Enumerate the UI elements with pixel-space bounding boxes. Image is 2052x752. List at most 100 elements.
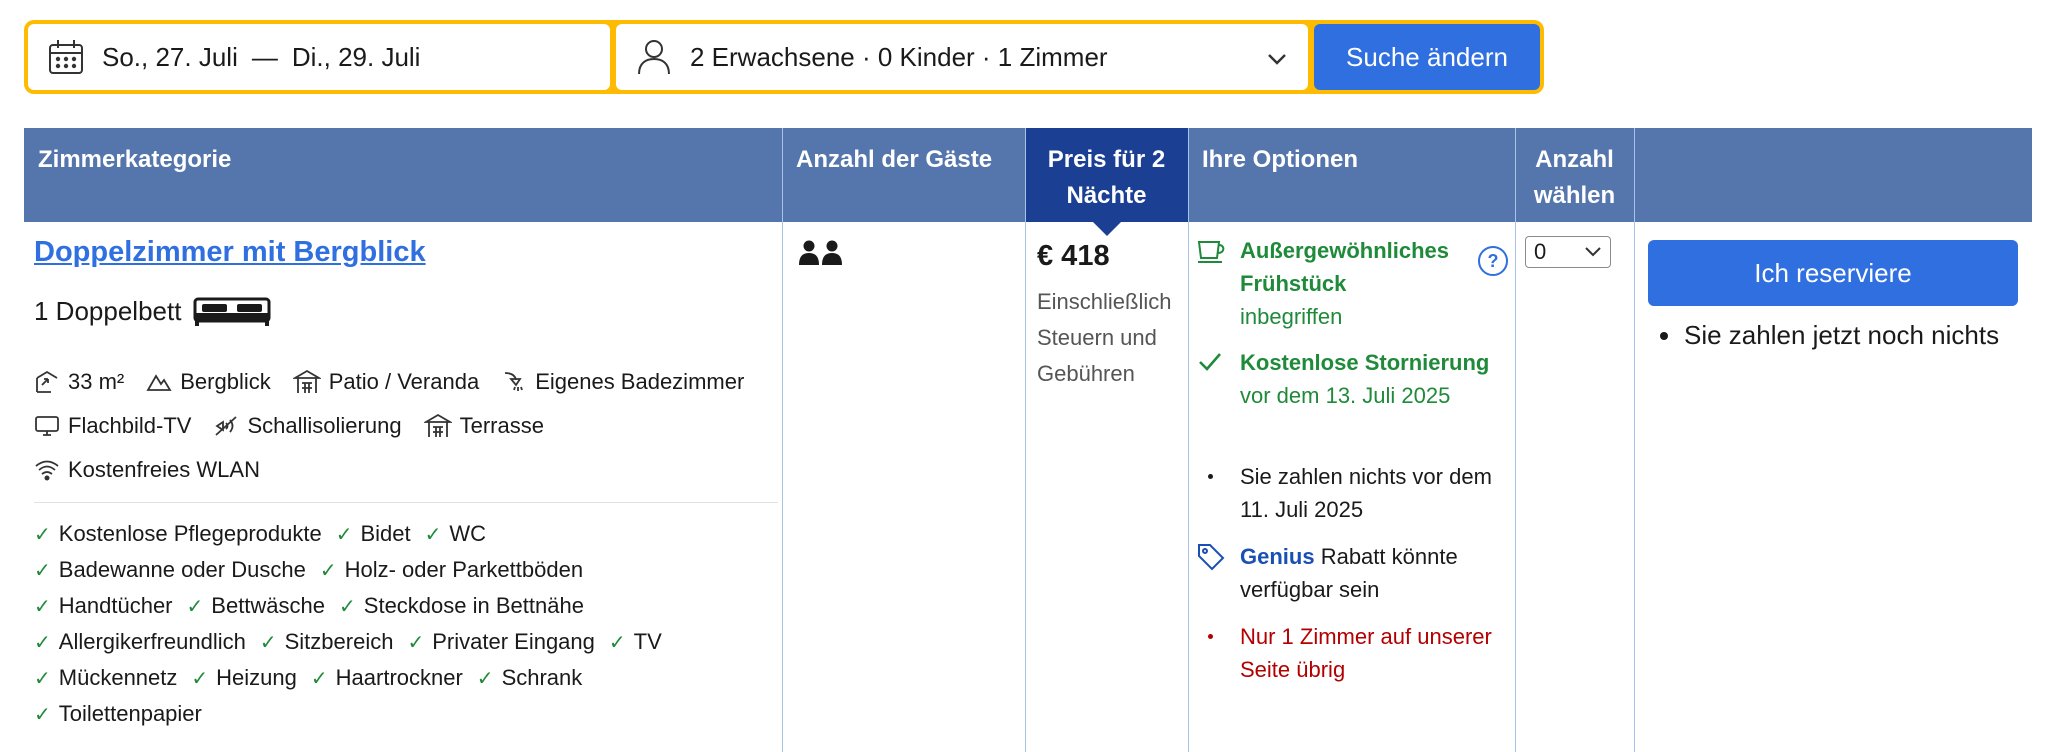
quantity-cell: 0 — [1515, 222, 1634, 752]
header-quantity: Anzahl wählen — [1515, 128, 1634, 222]
checkmark-icon: ✓ — [34, 559, 51, 582]
checkmark-icon: ✓ — [319, 559, 337, 582]
amenity-row: ✓ Toilettenpapier — [34, 696, 794, 732]
amenity-item: ✓ Badewanne oder Dusche — [34, 557, 306, 582]
amenity-item: ✓ Heizung — [191, 665, 297, 690]
amenity-row: ✓ Handtücher ✓ Bettwäsche ✓ Steckdose in Be… — [34, 588, 794, 624]
amenity-item: ✓ Bettwäsche — [186, 593, 326, 618]
tv-icon — [35, 416, 59, 436]
facility-tv: Flachbild-TV — [34, 413, 191, 439]
amenity-item: ✓ Haartrockner — [310, 665, 463, 690]
mountain-icon — [146, 374, 172, 391]
calendar-icon — [46, 37, 86, 77]
search-bar: So., 27. Juli — Di., 29. Juli 2 Erwachse… — [24, 20, 1544, 94]
checkmark-icon: ✓ — [424, 523, 442, 546]
pay-later-option: Sie zahlen nichts vor dem 11. Juli 2025 — [1196, 460, 1506, 530]
amenity-item: ✓ Privater Eingang — [407, 629, 595, 654]
header-quantity-line2: wählen — [1533, 182, 1616, 209]
date-range-field[interactable]: So., 27. Juli — Di., 29. Juli — [28, 24, 610, 90]
room-size-icon — [36, 370, 58, 393]
facility-soundproof: Schallisolierung — [213, 413, 402, 439]
double-bed-icon — [193, 297, 271, 326]
price-tax-note: Einschließlich Steuern und Gebühren — [1037, 289, 1172, 386]
amenity-item: ✓ Steckdose in Bettnähe — [339, 593, 584, 618]
header-price-line2: Nächte — [1066, 182, 1147, 209]
breakfast-option: Außergewöhnliches Frühstück inbegriffen … — [1196, 234, 1508, 334]
guests-cell — [782, 222, 1025, 752]
amenity-item: ✓ Allergikerfreundlich — [34, 629, 246, 654]
checkmark-icon: ✓ — [310, 667, 328, 690]
check-out-date: Di., 29. Juli — [291, 41, 421, 72]
checkmark-icon: ✓ — [339, 595, 356, 618]
room-quantity-select[interactable]: 0 — [1525, 236, 1611, 268]
room-amenities: ✓ Kostenlose Pflegeprodukte ✓ Bidet ✓ WC ✓ B… — [34, 516, 794, 732]
bullet — [1208, 474, 1213, 479]
checkmark-icon: ✓ — [259, 631, 277, 654]
amenity-item: ✓ WC — [424, 521, 487, 546]
bed-info: 1 Doppelbett — [34, 296, 271, 327]
checkmark-icon: ✓ — [186, 595, 204, 618]
checkmark-icon — [1196, 348, 1232, 385]
date-separator: — — [251, 41, 278, 72]
soundproof-icon — [215, 416, 238, 436]
genius-logo: Genius — [1240, 544, 1315, 569]
header-quantity-line1: Anzahl — [1535, 146, 1614, 173]
reserve-cell: Ich reserviere Sie zahlen jetzt noch nic… — [1634, 222, 2032, 752]
checkmark-icon: ✓ — [335, 523, 353, 546]
shower-icon — [505, 372, 524, 391]
amenity-item: ✓ TV — [608, 629, 662, 654]
checkmark-icon: ✓ — [34, 631, 51, 654]
chevron-down-icon — [1585, 247, 1601, 257]
reserve-note: Sie zahlen jetzt noch nichts — [1648, 320, 1999, 351]
bed-label: 1 Doppelbett — [34, 296, 182, 326]
table-header: Zimmerkategorie Anzahl der Gäste Preis f… — [24, 128, 2032, 236]
facility-bathroom: Eigenes Badezimmer — [501, 369, 744, 395]
checkmark-icon: ✓ — [407, 631, 425, 654]
guests-summary: 2 Erwachsene · 0 Kinder · 1 Zimmer — [690, 41, 1108, 72]
checkmark-icon: ✓ — [34, 667, 51, 690]
header-price-line1: Preis für 2 — [1047, 146, 1166, 173]
header-options: Ihre Optionen — [1202, 146, 1358, 173]
person-icon — [634, 37, 674, 77]
cancellation-deadline: vor dem 13. Juli 2025 — [1240, 383, 1451, 408]
facility-patio: Patio / Veranda — [292, 369, 479, 395]
facility-view: Bergblick — [146, 369, 271, 395]
terrace-icon — [423, 413, 452, 437]
genius-option: Genius Rabatt könnte verfügbar sein — [1196, 540, 1506, 610]
coffee-cup-icon — [1196, 236, 1232, 273]
patio-icon — [292, 369, 321, 393]
cancellation-title: Kostenlose Stornierung — [1240, 350, 1490, 375]
help-icon[interactable]: ? — [1478, 246, 1508, 276]
chevron-down-icon — [1266, 46, 1288, 68]
breakfast-title: Außergewöhnliches Frühstück — [1240, 238, 1450, 296]
pay-later-text: Sie zahlen nichts vor dem 11. Juli 2025 — [1240, 464, 1492, 522]
price-cell: € 418 Einschließlich Steuern und Gebühre… — [1025, 222, 1188, 752]
amenity-item: ✓ Holz- oder Parkettböden — [319, 557, 584, 582]
quantity-value: 0 — [1534, 239, 1547, 264]
bullet — [1660, 331, 1668, 340]
facility-terrace: Terrasse — [423, 413, 544, 439]
amenity-item: ✓ Toilettenpapier — [34, 701, 202, 726]
checkmark-icon: ✓ — [34, 523, 51, 546]
amenity-row: ✓ Allergikerfreundlich ✓ Sitzbereich ✓ Priv… — [34, 624, 794, 660]
room-cell: Doppelzimmer mit Bergblick 1 Doppelbett … — [24, 222, 782, 752]
guests-selector[interactable]: 2 Erwachsene · 0 Kinder · 1 Zimmer — [616, 24, 1308, 90]
wifi-icon — [35, 460, 59, 481]
amenity-item: ✓ Sitzbereich — [259, 629, 394, 654]
reserve-note-text: Sie zahlen jetzt noch nichts — [1684, 320, 2000, 350]
amenity-row: ✓ Kostenlose Pflegeprodukte ✓ Bidet ✓ WC — [34, 516, 794, 552]
checkmark-icon: ✓ — [476, 667, 494, 690]
header-guests: Anzahl der Gäste — [796, 146, 993, 173]
scarcity-text: Nur 1 Zimmer auf unserer Seite übrig — [1240, 624, 1492, 682]
price-amount: € 418 — [1037, 240, 1110, 272]
amenity-row: ✓ Mückennetz ✓ Heizung ✓ Haartrockner ✓ Schr… — [34, 660, 794, 696]
facility-wifi: Kostenfreies WLAN — [34, 457, 260, 483]
room-title-link[interactable]: Doppelzimmer mit Bergblick — [34, 236, 426, 269]
amenity-item: ✓ Handtücher — [34, 593, 173, 618]
options-cell: Außergewöhnliches Frühstück inbegriffen … — [1188, 222, 1515, 752]
reserve-button[interactable]: Ich reserviere — [1648, 240, 2018, 306]
change-search-button[interactable]: Suche ändern — [1314, 24, 1540, 90]
amenity-item: ✓ Schrank — [476, 665, 583, 690]
room-facilities: 33 m² Bergblick Patio / Veranda Eigenes … — [34, 360, 794, 492]
header-price: Preis für 2 Nächte — [1025, 128, 1188, 236]
